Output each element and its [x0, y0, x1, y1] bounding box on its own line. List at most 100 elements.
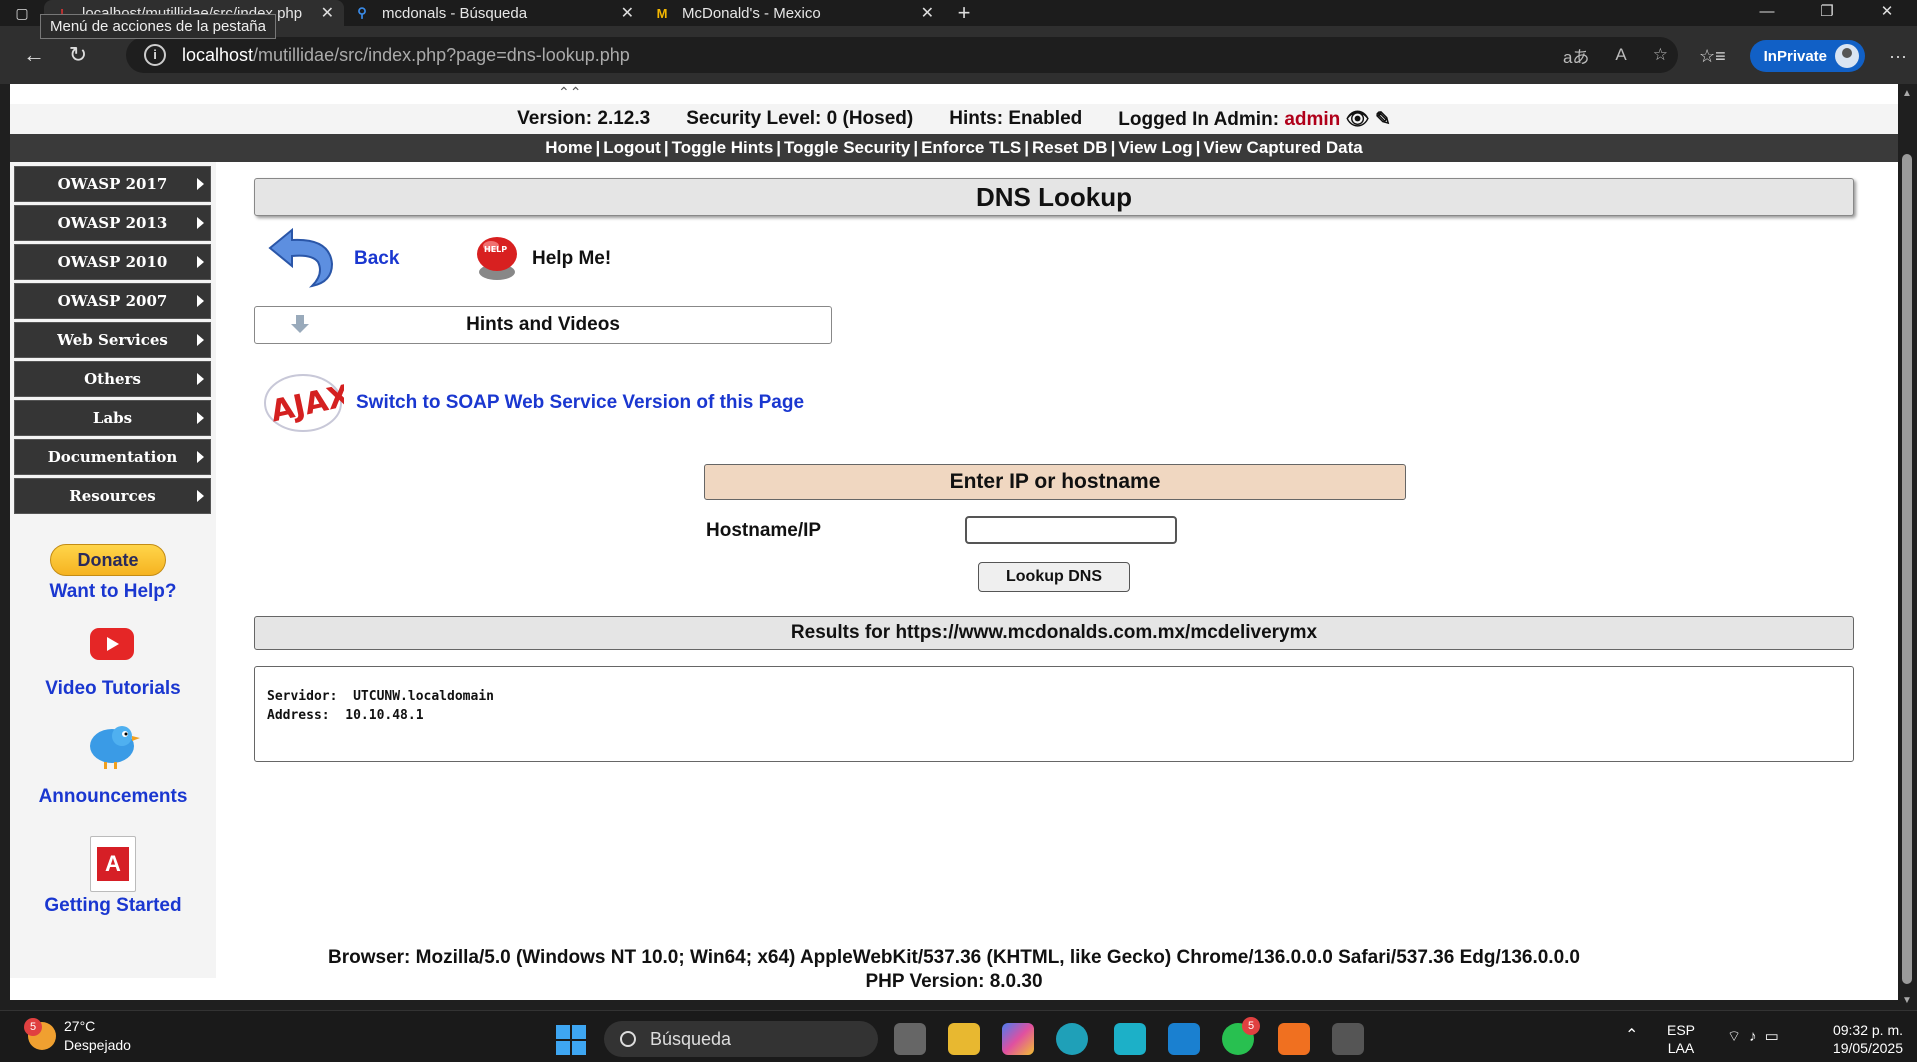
hints-and-videos-toggle[interactable]: Hints and Videos	[254, 306, 832, 344]
sidebar-item-owasp-2017[interactable]: OWASP 2017	[14, 166, 211, 202]
mutillidae-page: ⌃⌃ Version: 2.12.3 Security Level: 0 (Ho…	[10, 84, 1898, 1000]
menu-enforce-tls[interactable]: Enforce TLS	[921, 138, 1021, 157]
back-link[interactable]: Back	[354, 248, 399, 270]
power-automate-icon[interactable]	[1114, 1023, 1146, 1055]
menu-reset-db[interactable]: Reset DB	[1032, 138, 1108, 157]
url-path: /mutillidae/src/index.php?page=dns-looku…	[253, 44, 630, 65]
xampp-icon[interactable]	[1278, 1023, 1310, 1055]
weather-condition: Despejado	[64, 1037, 131, 1053]
windows-taskbar: 5 27°C Despejado Búsqueda 5 ⌃ ESP LAA ⌔♪…	[0, 1010, 1917, 1062]
back-arrow-icon[interactable]: ←	[12, 35, 56, 75]
info-icon[interactable]: i	[144, 44, 166, 66]
favorites-icon[interactable]: ☆≡	[1699, 46, 1726, 67]
hostname-input[interactable]	[965, 516, 1177, 544]
language-indicator[interactable]: ESP LAA	[1667, 1021, 1695, 1057]
page-scrollbar[interactable]: ▲ ▼	[1898, 84, 1917, 1010]
lookup-dns-button[interactable]: Lookup DNS	[978, 562, 1130, 592]
back-arrow-icon[interactable]	[262, 224, 342, 290]
video-tutorials-link[interactable]: Video Tutorials	[10, 678, 216, 700]
announcements-link[interactable]: Announcements	[10, 786, 216, 808]
chevron-right-icon	[197, 490, 204, 502]
tab-mcdonalds[interactable]: M McDonald's - Mexico ✕	[644, 0, 944, 26]
close-window-button[interactable]: ✕	[1857, 0, 1917, 26]
scrollbar-thumb[interactable]	[1902, 154, 1912, 984]
scroll-down-icon[interactable]: ▼	[1902, 995, 1912, 1006]
favorite-star-icon[interactable]: ☆	[1653, 45, 1668, 65]
want-to-help-link[interactable]: Want to Help?	[10, 581, 216, 603]
navigation-bar: ← ↻ i localhost /mutillidae/src/index.ph…	[0, 26, 1917, 84]
ajax-logo-icon[interactable]: AJAX	[262, 370, 344, 436]
app-icon[interactable]	[1332, 1023, 1364, 1055]
windows-start-icon[interactable]	[556, 1025, 586, 1055]
sidebar-item-documentation[interactable]: Documentation	[14, 439, 211, 475]
page-footer: Browser: Mozilla/5.0 (Windows NT 10.0; W…	[10, 946, 1898, 994]
sidebar-item-label: OWASP 2010	[57, 253, 168, 271]
tab-title: mcdonals - Búsqueda	[382, 4, 528, 22]
translate-icon[interactable]: aあ	[1563, 43, 1589, 68]
tab-search[interactable]: ⚲ mcdonals - Búsqueda ✕	[344, 0, 644, 26]
file-explorer-icon[interactable]	[948, 1023, 980, 1055]
refresh-icon[interactable]: ↻	[56, 35, 100, 75]
tab-strip: ▢ ! localhost/mutillidae/src/index.php ✕…	[0, 0, 1917, 26]
address-bar[interactable]: i localhost /mutillidae/src/index.php?pa…	[126, 37, 1678, 73]
vscode-icon[interactable]	[1168, 1023, 1200, 1055]
menu-logout[interactable]: Logout	[603, 138, 661, 157]
restore-button[interactable]: ❐	[1797, 0, 1857, 26]
scroll-up-icon[interactable]: ▲	[1902, 88, 1912, 99]
donate-button[interactable]: Donate	[50, 544, 166, 576]
admin-username: admin	[1284, 109, 1341, 130]
eye-icon[interactable]: 👁	[1346, 109, 1370, 130]
pdf-icon[interactable]	[90, 836, 136, 892]
sidebar-item-owasp-2010[interactable]: OWASP 2010	[14, 244, 211, 280]
wifi-volume-battery-icons[interactable]: ⌔♪▭	[1727, 1027, 1787, 1046]
form-heading: Enter IP or hostname	[704, 464, 1406, 500]
clock[interactable]: 09:32 p. m. 19/05/2025	[1817, 1021, 1903, 1057]
url-host: localhost	[182, 44, 254, 65]
edit-icon[interactable]: ✎	[1375, 109, 1391, 130]
logged-in-text: Logged In Admin: admin 👁 ✎	[1118, 107, 1391, 131]
help-me-link[interactable]: Help Me!	[532, 248, 611, 270]
task-view-icon[interactable]	[894, 1023, 926, 1055]
youtube-icon[interactable]	[90, 628, 134, 660]
new-tab-button[interactable]: +	[944, 0, 984, 26]
tab-actions-button[interactable]: ▢	[0, 0, 44, 26]
help-button-icon[interactable]: HELP	[470, 230, 524, 284]
whatsapp-icon[interactable]: 5	[1222, 1017, 1260, 1055]
copilot-icon[interactable]	[1002, 1023, 1034, 1055]
page-viewport: ⌃⌃ Version: 2.12.3 Security Level: 0 (Ho…	[0, 84, 1917, 1010]
menu-view-captured-data[interactable]: View Captured Data	[1203, 138, 1362, 157]
menu-toggle-security[interactable]: Toggle Security	[784, 138, 910, 157]
getting-started-link[interactable]: Getting Started	[10, 895, 216, 917]
close-icon[interactable]: ✕	[621, 3, 634, 23]
edge-icon[interactable]	[1056, 1023, 1088, 1055]
sidebar-item-owasp-2007[interactable]: OWASP 2007	[14, 283, 211, 319]
clock-time: 09:32 p. m.	[1832, 1022, 1903, 1038]
chevron-up-icon[interactable]: ⌃	[1625, 1025, 1638, 1045]
sidebar-item-owasp-2013[interactable]: OWASP 2013	[14, 205, 211, 241]
taskbar-search[interactable]: Búsqueda	[604, 1021, 878, 1057]
menu-toggle-hints[interactable]: Toggle Hints	[672, 138, 774, 157]
close-icon[interactable]: ✕	[921, 3, 934, 23]
sidebar-item-resources[interactable]: Resources	[14, 478, 211, 514]
sidebar-item-label: Documentation	[47, 448, 178, 466]
chevron-right-icon	[197, 412, 204, 424]
soap-version-link[interactable]: Switch to SOAP Web Service Version of th…	[356, 392, 804, 414]
menu-home[interactable]: Home	[545, 138, 592, 157]
chevron-right-icon	[197, 256, 204, 268]
search-icon	[620, 1031, 636, 1047]
twitter-bird-icon[interactable]	[82, 722, 142, 770]
close-icon[interactable]: ✕	[321, 3, 334, 23]
weather-badge: 5	[24, 1018, 42, 1036]
inprivate-button[interactable]: InPrivate	[1749, 40, 1866, 72]
status-header: Version: 2.12.3 Security Level: 0 (Hosed…	[10, 104, 1898, 134]
menu-view-log[interactable]: View Log	[1118, 138, 1192, 157]
more-icon[interactable]: ···	[1889, 46, 1907, 67]
sidebar-item-web-services[interactable]: Web Services	[14, 322, 211, 358]
read-aloud-icon[interactable]: A	[1615, 45, 1626, 65]
sidebar-item-others[interactable]: Others	[14, 361, 211, 397]
hostname-label: Hostname/IP	[706, 520, 822, 541]
minimize-button[interactable]: —	[1737, 0, 1797, 26]
sidebar-item-labs[interactable]: Labs	[14, 400, 211, 436]
weather-widget[interactable]: 5 27°C Despejado	[24, 1017, 131, 1055]
chevron-right-icon	[197, 217, 204, 229]
